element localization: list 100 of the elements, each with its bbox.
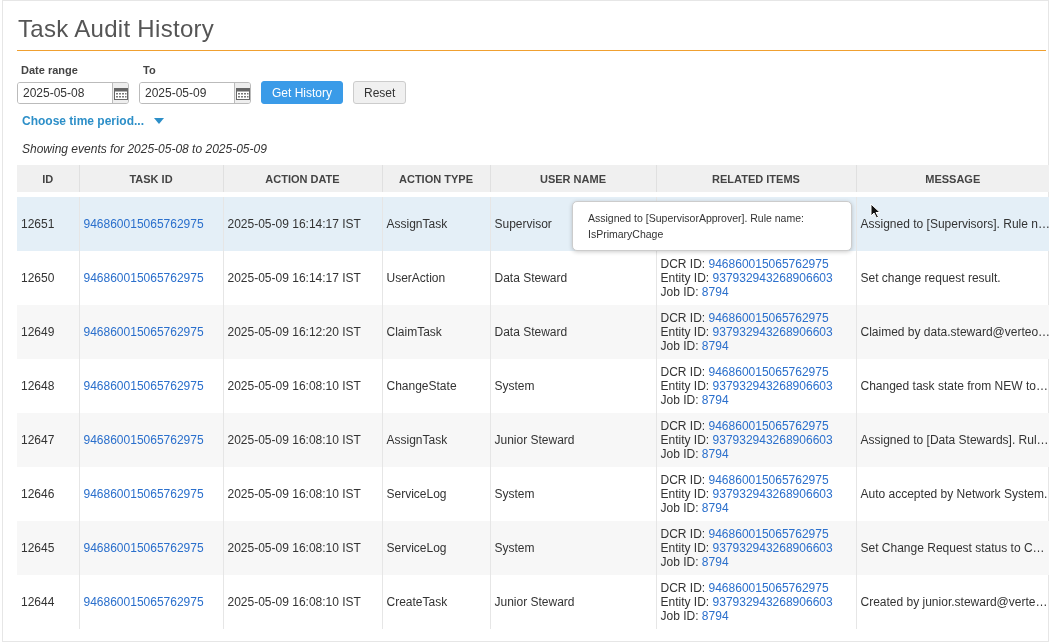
related-link[interactable]: 946860015065762975 xyxy=(708,419,829,433)
related-link[interactable]: 8794 xyxy=(701,447,729,461)
related-label: DCR ID: xyxy=(660,365,706,379)
related-link[interactable]: 937932943268906603 xyxy=(712,325,833,339)
related-link[interactable]: 946860015065762975 xyxy=(708,257,829,271)
table-cell: System xyxy=(494,541,535,555)
column-header[interactable]: USER NAME xyxy=(490,165,656,192)
related-link[interactable]: 937932943268906603 xyxy=(712,541,833,555)
tooltip: Assigned to [SupervisorApprover]. Rule name: IsPrimaryChage xyxy=(572,201,852,251)
table-cell: 2025-05-09 16:14:17 IST xyxy=(227,217,361,231)
related-link[interactable]: 8794 xyxy=(701,555,729,569)
task-id-link[interactable]: 946860015065762975 xyxy=(83,595,204,609)
table-cell: Assigned to [Data Stewards]. Rul… xyxy=(860,433,1049,447)
table-cell: 12651 xyxy=(21,217,55,231)
related-label: Entity ID: xyxy=(660,325,710,339)
table-cell: 2025-05-09 16:08:10 IST xyxy=(227,433,361,447)
column-header[interactable]: ACTION DATE xyxy=(223,165,382,192)
table-cell: 2025-05-09 16:08:10 IST xyxy=(227,379,361,393)
table-cell: CreateTask xyxy=(386,595,448,609)
related-link[interactable]: 8794 xyxy=(701,393,729,407)
related-link[interactable]: 937932943268906603 xyxy=(712,379,833,393)
table-cell: Assigned to [Supervisors]. Rule n… xyxy=(860,217,1049,231)
table-cell: Supervisor xyxy=(494,217,552,231)
get-history-button[interactable]: Get History xyxy=(261,81,343,104)
related-label: Job ID: xyxy=(660,339,699,353)
task-id-link[interactable]: 946860015065762975 xyxy=(83,271,204,285)
column-header[interactable]: MESSAGE xyxy=(856,165,1049,192)
table-cell: 12650 xyxy=(21,271,55,285)
table-cell: 2025-05-09 16:12:20 IST xyxy=(227,325,361,339)
table-cell: AssignTask xyxy=(386,433,448,447)
related-link[interactable]: 946860015065762975 xyxy=(708,473,829,487)
field-label: Date range xyxy=(20,64,78,76)
related-label: Entity ID: xyxy=(660,433,710,447)
caret-icon[interactable] xyxy=(154,118,164,124)
page-title: Task Audit History xyxy=(17,1,1046,51)
table-cell: 12648 xyxy=(21,379,55,393)
table-cell: ServiceLog xyxy=(386,541,447,555)
calendar-icon xyxy=(113,86,128,100)
table-cell: ClaimTask xyxy=(386,325,442,339)
table-cell: ChangeState xyxy=(386,379,457,393)
calendar-icon xyxy=(235,86,250,100)
related-label: DCR ID: xyxy=(660,311,706,325)
table-cell: AssignTask xyxy=(386,217,448,231)
table-cell: Data Steward xyxy=(494,325,568,339)
related-label: Entity ID: xyxy=(660,379,710,393)
related-label: Entity ID: xyxy=(660,487,710,501)
task-id-link[interactable]: 946860015065762975 xyxy=(83,379,204,393)
related-label: Job ID: xyxy=(660,393,699,407)
table-cell: 2025-05-09 16:14:17 IST xyxy=(227,271,361,285)
column-header[interactable]: TASK ID xyxy=(79,165,223,192)
table-cell: Junior Steward xyxy=(494,595,575,609)
table-cell: Junior Steward xyxy=(494,433,575,447)
time-period-link[interactable]: Choose time period... xyxy=(22,114,144,128)
table-cell: Set Change Request status to C… xyxy=(860,541,1045,555)
related-label: Job ID: xyxy=(660,447,699,461)
related-link[interactable]: 946860015065762975 xyxy=(708,365,829,379)
related-link[interactable]: 946860015065762975 xyxy=(708,527,829,541)
related-link[interactable]: 946860015065762975 xyxy=(708,311,829,325)
table-cell: 2025-05-09 16:08:10 IST xyxy=(227,541,361,555)
related-link[interactable]: 937932943268906603 xyxy=(712,271,833,285)
mouse-pointer-icon xyxy=(870,203,881,219)
table-cell: System xyxy=(494,487,535,501)
related-link[interactable]: 8794 xyxy=(701,285,729,299)
table-cell: 12647 xyxy=(21,433,55,447)
related-label: DCR ID: xyxy=(660,419,706,433)
table-cell: Created by junior.steward@verte… xyxy=(860,595,1048,609)
table-cell: Claimed by data.steward@verteo… xyxy=(860,325,1049,339)
table-cell: Auto accepted by Network System. xyxy=(860,487,1048,501)
table-cell: 12645 xyxy=(21,541,55,555)
table-cell: 12649 xyxy=(21,325,55,339)
column-header[interactable]: ACTION TYPE xyxy=(382,165,490,192)
related-link[interactable]: 8794 xyxy=(701,609,729,623)
table-cell: 2025-05-09 16:08:10 IST xyxy=(227,595,361,609)
related-link[interactable]: 937932943268906603 xyxy=(712,487,833,501)
related-link[interactable]: 946860015065762975 xyxy=(708,581,829,595)
table-cell: ServiceLog xyxy=(386,487,447,501)
table-cell: Changed task state from NEW to… xyxy=(860,379,1048,393)
table-cell: System xyxy=(494,379,535,393)
related-label: DCR ID: xyxy=(660,581,706,595)
reset-button[interactable]: Reset xyxy=(353,81,407,104)
related-label: DCR ID: xyxy=(660,257,706,271)
related-link[interactable]: 937932943268906603 xyxy=(712,433,833,447)
summary-text: Showing events for 2025-05-08 to 2025-05-09 xyxy=(22,142,267,156)
date-field[interactable]: 2025-05-08 xyxy=(17,82,129,104)
table-cell: 2025-05-09 16:08:10 IST xyxy=(227,487,361,501)
related-label: Entity ID: xyxy=(660,541,710,555)
date-field[interactable]: 2025-05-09 xyxy=(139,82,251,104)
related-link[interactable]: 8794 xyxy=(701,339,729,353)
table-cell: 12644 xyxy=(21,595,55,609)
related-label: Entity ID: xyxy=(660,271,710,285)
related-link[interactable]: 8794 xyxy=(701,501,729,515)
task-id-link[interactable]: 946860015065762975 xyxy=(83,487,204,501)
field-label: To xyxy=(142,64,156,76)
related-label: DCR ID: xyxy=(660,527,706,541)
related-link[interactable]: 937932943268906603 xyxy=(712,595,833,609)
column-header[interactable]: ID xyxy=(17,165,79,192)
table-cell: 12646 xyxy=(21,487,55,501)
table-cell: UserAction xyxy=(386,271,446,285)
column-header[interactable]: RELATED ITEMS xyxy=(656,165,856,192)
related-label: Job ID: xyxy=(660,555,699,569)
